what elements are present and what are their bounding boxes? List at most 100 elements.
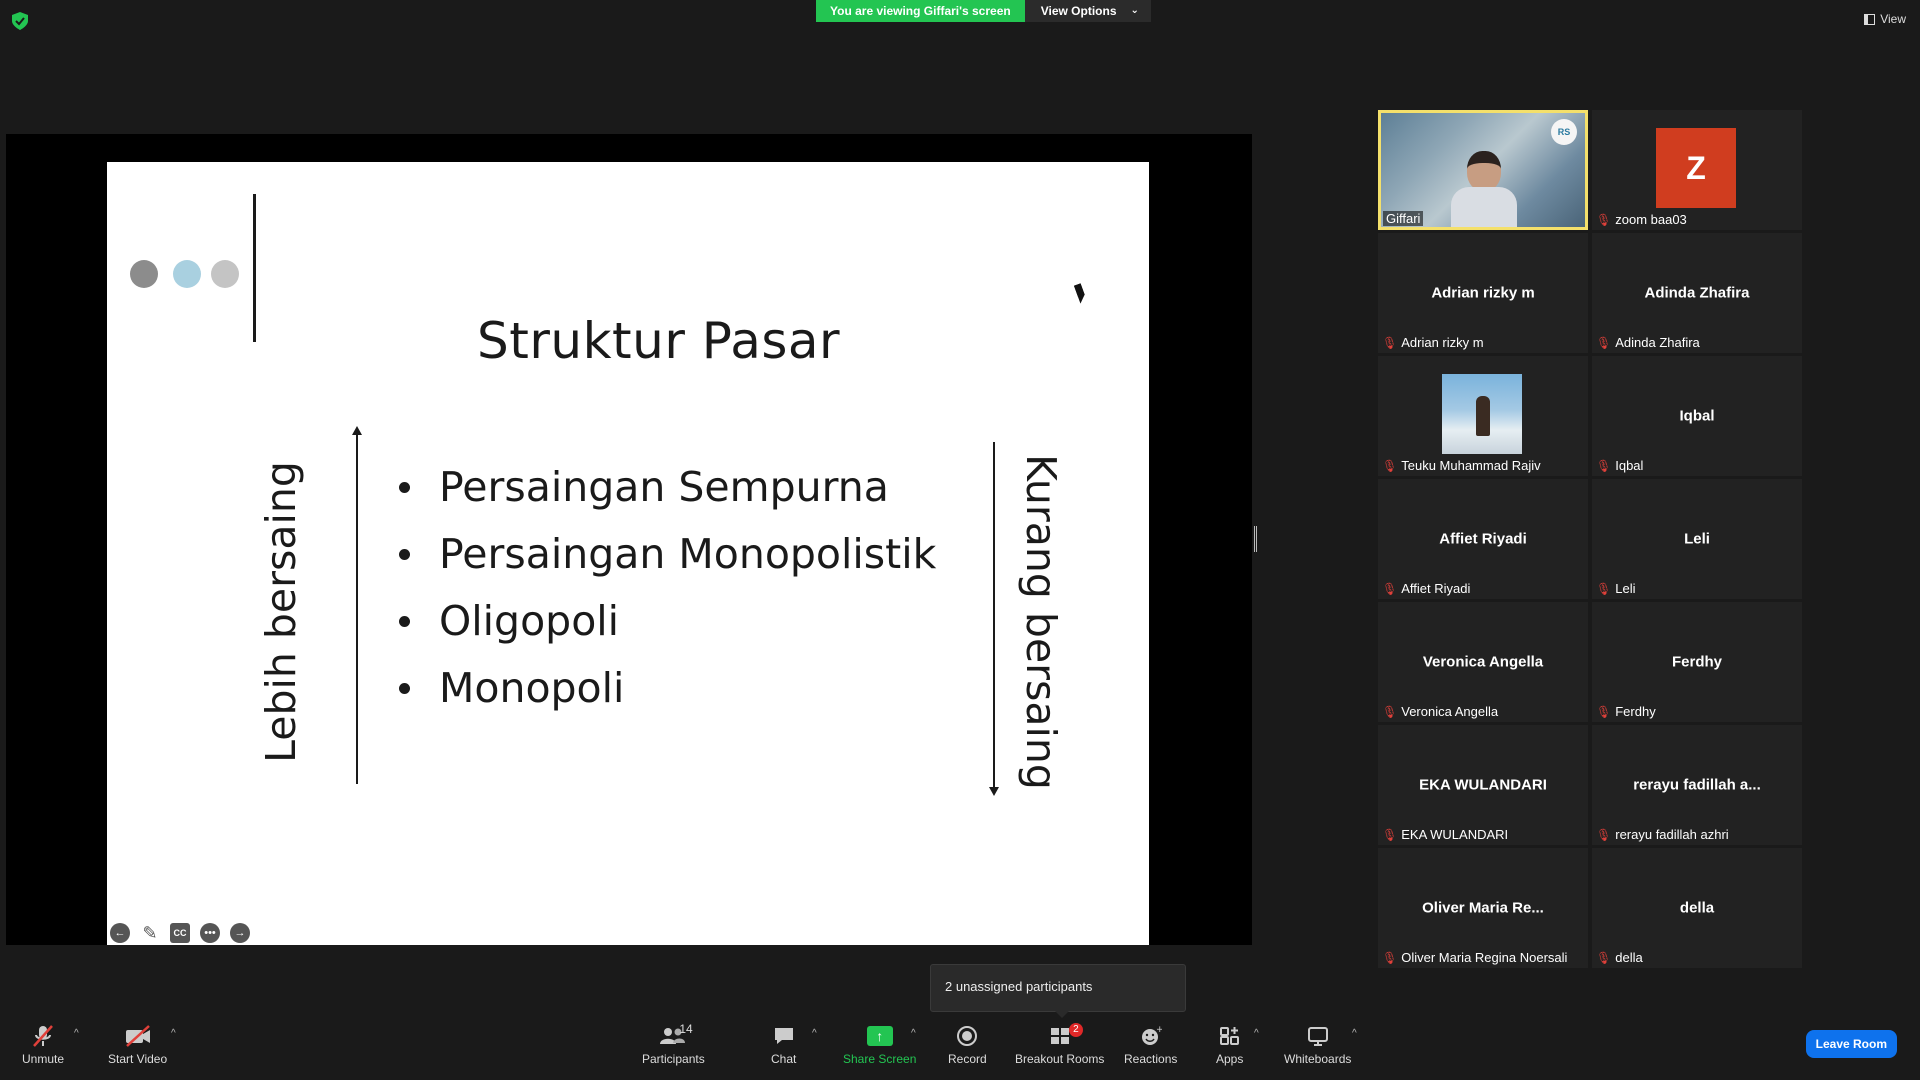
participant-name-tag: Giffari: [1383, 211, 1424, 226]
share-options-caret-icon[interactable]: ^: [911, 1028, 916, 1039]
previous-slide-icon[interactable]: ←: [110, 923, 130, 943]
panel-resize-handle[interactable]: [1254, 526, 1257, 552]
participant-name-tag: 🎙 Iqbal: [1596, 458, 1643, 473]
left-axis-label: Lebih bersaing: [257, 461, 305, 763]
participant-name-tag: 🎙 Adinda Zhafira: [1596, 335, 1700, 350]
participant-tile[interactable]: Adinda Zhafira 🎙 Adinda Zhafira: [1592, 233, 1802, 353]
participant-name-tag: 🎙 Oliver Maria Regina Noersali: [1382, 950, 1567, 965]
leave-room-button[interactable]: Leave Room: [1805, 1030, 1897, 1058]
active-speaker-tile[interactable]: RS Giffari: [1378, 110, 1588, 230]
participant-tile[interactable]: Affiet Riyadi 🎙 Affiet Riyadi: [1378, 479, 1588, 599]
security-shield-icon[interactable]: [12, 12, 28, 30]
meeting-toolbar: Unmute ^ Start Video ^ 14 Participants C…: [0, 1014, 1920, 1080]
unmute-button[interactable]: Unmute: [22, 1020, 64, 1066]
participant-name-tag: 🎙 Veronica Angella: [1382, 704, 1498, 719]
mic-muted-icon: 🎙: [1596, 827, 1612, 842]
apps-label: Apps: [1216, 1052, 1244, 1066]
reactions-button[interactable]: + Reactions: [1124, 1020, 1177, 1066]
participants-count: 14: [679, 1022, 693, 1036]
participant-display-name: Leli: [1684, 530, 1710, 548]
participants-button[interactable]: 14 Participants: [642, 1020, 705, 1066]
participant-tile[interactable]: Adrian rizky m 🎙 Adrian rizky m: [1378, 233, 1588, 353]
participant-name: Ferdhy: [1615, 704, 1656, 719]
speaker-video: [1451, 147, 1517, 227]
participant-name-tag: 🎙 Ferdhy: [1596, 704, 1656, 719]
mic-muted-icon: 🎙: [1382, 458, 1398, 473]
participant-display-name: Adinda Zhafira: [1644, 284, 1750, 302]
captions-icon[interactable]: CC: [170, 923, 190, 943]
video-off-icon: [124, 1020, 152, 1052]
chevron-down-icon: ⌄: [1130, 5, 1139, 16]
viewing-banner: You are viewing Giffari's screen View Op…: [816, 0, 1151, 22]
viewing-screen-label: You are viewing Giffari's screen: [816, 0, 1025, 22]
participant-tile[interactable]: Oliver Maria Re... 🎙 Oliver Maria Regina …: [1378, 848, 1588, 968]
participant-name: Oliver Maria Regina Noersali: [1401, 950, 1568, 965]
share-screen-label: Share Screen: [843, 1052, 917, 1066]
pen-icon[interactable]: ✎: [140, 923, 160, 943]
apps-button[interactable]: Apps: [1216, 1020, 1243, 1066]
next-slide-icon[interactable]: →: [230, 923, 250, 943]
chat-label: Chat: [771, 1052, 797, 1066]
record-label: Record: [948, 1052, 987, 1066]
mouse-cursor-icon: [1073, 283, 1088, 304]
participant-name: Affiet Riyadi: [1401, 581, 1471, 596]
participant-tile[interactable]: Leli 🎙 Leli: [1592, 479, 1802, 599]
share-screen-icon: ↑: [866, 1026, 893, 1046]
whiteboards-button[interactable]: Whiteboards: [1284, 1020, 1351, 1066]
down-arrow: [989, 442, 999, 796]
record-button[interactable]: Record: [948, 1020, 987, 1066]
participant-tile[interactable]: Ferdhy 🎙 Ferdhy: [1592, 602, 1802, 722]
mic-muted-icon: 🎙: [1596, 581, 1612, 596]
participant-tile[interactable]: EKA WULANDARI 🎙 EKA WULANDARI: [1378, 725, 1588, 845]
participant-name: della: [1615, 950, 1643, 965]
participant-name: Iqbal: [1615, 458, 1644, 473]
participant-name: Adinda Zhafira: [1615, 335, 1700, 350]
view-options-button[interactable]: View Options ⌄: [1024, 0, 1151, 22]
bullet-item: Oligopoli: [397, 588, 936, 655]
participant-tile[interactable]: Veronica Angella 🎙 Veronica Angella: [1378, 602, 1588, 722]
participant-tile[interactable]: rerayu fadillah a... 🎙 rerayu fadillah az…: [1592, 725, 1802, 845]
chat-button[interactable]: Chat: [771, 1020, 796, 1066]
participant-name-tag: 🎙 rerayu fadillah azhri: [1596, 827, 1729, 842]
bullet-list: Persaingan Sempurna Persaingan Monopolis…: [397, 454, 936, 722]
share-screen-button[interactable]: ↑ Share Screen: [843, 1020, 916, 1066]
apps-icon: [1219, 1020, 1241, 1052]
whiteboards-options-caret-icon[interactable]: ^: [1352, 1028, 1357, 1039]
mic-muted-icon: 🎙: [1596, 950, 1612, 965]
mic-muted-icon: 🎙: [1382, 335, 1398, 350]
whiteboard-icon: [1307, 1020, 1329, 1052]
participant-name-tag: 🎙 Leli: [1596, 581, 1635, 596]
chat-options-caret-icon[interactable]: ^: [812, 1028, 817, 1039]
mic-muted-icon: 🎙: [1596, 335, 1612, 350]
participant-name-tag: 🎙 zoom baa03: [1596, 212, 1687, 227]
view-button-label: View: [1880, 12, 1906, 26]
participant-display-name: Oliver Maria Re...: [1422, 899, 1544, 917]
participant-name: zoom baa03: [1615, 212, 1687, 227]
start-video-button[interactable]: Start Video: [108, 1020, 167, 1066]
apps-options-caret-icon[interactable]: ^: [1254, 1028, 1259, 1039]
video-options-caret-icon[interactable]: ^: [171, 1028, 176, 1039]
participant-name: EKA WULANDARI: [1401, 827, 1509, 842]
mic-muted-icon: 🎙: [1596, 458, 1612, 473]
mic-muted-icon: 🎙: [1596, 212, 1612, 227]
view-button[interactable]: View: [1864, 12, 1906, 26]
audio-options-caret-icon[interactable]: ^: [74, 1028, 79, 1039]
svg-text:+: +: [1156, 1025, 1162, 1035]
breakout-rooms-button[interactable]: 2 Breakout Rooms: [1015, 1020, 1104, 1066]
participant-display-name: rerayu fadillah a...: [1633, 776, 1761, 794]
participant-tile[interactable]: della 🎙 della: [1592, 848, 1802, 968]
more-icon[interactable]: •••: [200, 923, 220, 943]
mic-muted-icon: 🎙: [1382, 827, 1398, 842]
presentation-slide: Struktur Pasar Lebih bersaing Persaingan…: [107, 162, 1149, 945]
right-axis-label: Kurang bersaing: [1017, 454, 1065, 790]
participant-tile[interactable]: Z 🎙 zoom baa03: [1592, 110, 1802, 230]
participant-gallery: RS Giffari Z 🎙 zoom baa03 Adrian rizky m…: [1378, 110, 1802, 968]
bullet-item: Persaingan Sempurna: [397, 454, 936, 521]
participant-tile[interactable]: Iqbal 🎙 Iqbal: [1592, 356, 1802, 476]
up-arrow: [352, 426, 362, 784]
unassigned-participants-tooltip: 2 unassigned participants: [930, 964, 1186, 1018]
mic-muted-icon: 🎙: [1382, 704, 1398, 719]
participant-name: Leli: [1615, 581, 1636, 596]
decor-divider: [253, 194, 256, 342]
participant-tile[interactable]: 🎙 Teuku Muhammad Rajiv: [1378, 356, 1588, 476]
